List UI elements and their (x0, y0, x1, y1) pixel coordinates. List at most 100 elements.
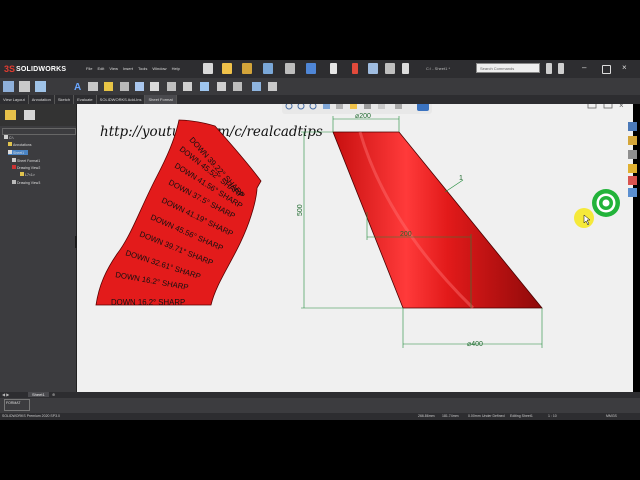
tab-sheet1[interactable]: Sheet1 (28, 392, 49, 397)
status-scale[interactable]: 1 : 10 (548, 414, 557, 418)
print-icon[interactable] (285, 63, 295, 74)
datum-icon[interactable] (167, 82, 176, 91)
appearances-icon[interactable] (628, 176, 637, 185)
tab-annotation[interactable]: Annotation (29, 95, 55, 104)
scene-icon[interactable] (395, 104, 402, 109)
projected-view-icon[interactable] (19, 81, 30, 92)
tree-item-drawing-view3[interactable]: Drawing View3 (12, 180, 40, 185)
traffic-light-icon[interactable] (352, 63, 358, 74)
home-icon[interactable] (203, 63, 213, 74)
help-icon[interactable] (558, 63, 564, 74)
status-coord-x: 266.86mm (418, 414, 435, 418)
menu-edit[interactable]: Edit (97, 66, 104, 71)
file-explorer-icon[interactable] (628, 150, 637, 159)
tree-item-sheet-format[interactable]: Sheet Format1 (12, 158, 40, 163)
tab-sketch[interactable]: Sketch (55, 95, 75, 104)
custom-properties-icon[interactable] (628, 188, 637, 197)
drawing-view3-icon (12, 180, 16, 184)
save-icon[interactable] (263, 63, 273, 74)
menu-window[interactable]: Window (152, 66, 166, 71)
tree-filter-box[interactable] (2, 128, 76, 135)
tab-addins[interactable]: SOLIDWORKS Add-Ins (97, 95, 146, 104)
hide-show-items-icon[interactable] (364, 104, 371, 109)
letterbox-top (0, 0, 640, 60)
balloon-icon[interactable] (104, 82, 113, 91)
settings-gear-icon[interactable] (385, 63, 395, 74)
sheet-nav-arrows[interactable]: ◀ ▶ (2, 392, 9, 397)
file-icon (4, 135, 8, 139)
tab-view-layout[interactable]: View Layout (0, 95, 29, 104)
section-view-tool-icon[interactable] (323, 104, 330, 109)
new-document-icon[interactable] (222, 63, 232, 74)
tab-evaluate[interactable]: Evaluate (74, 95, 97, 104)
tab-sheet-format[interactable]: Sheet Format (145, 95, 177, 104)
maximize-icon[interactable] (602, 65, 611, 74)
feature-tree-tab-icon[interactable] (5, 110, 16, 120)
view-orientation-icon[interactable] (336, 104, 343, 109)
status-units[interactable]: MMGS (606, 414, 617, 418)
file-properties-icon[interactable] (368, 63, 378, 74)
add-sheet-icon[interactable]: ⊕ (52, 392, 55, 397)
layer-properties-icon[interactable] (268, 82, 277, 91)
model-view-icon[interactable] (3, 81, 14, 92)
tree-item-sheet1[interactable]: Sheet1 (8, 150, 28, 155)
grid-icon[interactable] (402, 63, 409, 74)
view-palette-icon[interactable] (628, 164, 637, 173)
undo-icon[interactable] (306, 63, 316, 74)
annotations-icon (8, 142, 12, 146)
tree-item-annotations[interactable]: Annotations (8, 142, 32, 147)
dim-height-text[interactable]: 500 (297, 204, 304, 216)
task-pane-rail (625, 118, 639, 208)
sheet-format-icon (12, 158, 16, 162)
close-icon[interactable]: × (622, 63, 632, 74)
restore-view-icon[interactable] (587, 104, 597, 109)
minimize-icon[interactable]: – (582, 63, 592, 74)
section-view-icon[interactable] (35, 81, 46, 92)
tree-root[interactable]: C:\ (4, 135, 13, 140)
edit-appearance-icon[interactable] (378, 104, 385, 109)
bottom-panel: FORMAT (0, 398, 640, 413)
view-settings-icon[interactable] (417, 104, 429, 111)
user-icon[interactable] (546, 63, 552, 74)
canvas-window-controls: × (587, 104, 624, 110)
dim-bottom-text[interactable]: ⌀400 (467, 341, 483, 348)
solidworks-resources-icon[interactable] (628, 122, 637, 131)
menu-help[interactable]: Help (172, 66, 180, 71)
table-icon[interactable] (217, 82, 226, 91)
smart-dimension-icon[interactable] (88, 82, 98, 91)
dim-top-text[interactable]: ⌀200 (355, 113, 371, 120)
menu-insert[interactable]: Insert (123, 66, 133, 71)
center-mark-icon[interactable] (200, 82, 209, 91)
menu-view[interactable]: View (109, 66, 118, 71)
open-folder-icon[interactable] (242, 63, 252, 74)
part-view[interactable]: ⌀200 500 ⌀400 1 200 (297, 113, 543, 348)
revision-cloud-icon[interactable] (233, 82, 242, 91)
tree-label-sheet-format: Sheet Format1 (17, 159, 41, 163)
dim-thickness-text[interactable]: 1 (459, 175, 463, 182)
close-view-icon[interactable]: × (619, 104, 624, 110)
tile-view-icon[interactable] (603, 104, 613, 109)
format-thumbnail[interactable]: FORMAT (4, 399, 30, 411)
weld-symbol-icon[interactable] (135, 82, 144, 91)
tree-label-annotations: Annotations (13, 143, 32, 147)
display-style-icon[interactable] (350, 104, 357, 109)
select-arrow-icon[interactable] (330, 63, 337, 74)
menu-bar: File Edit View Insert Tools Window Help (86, 66, 180, 71)
hole-callout-icon[interactable] (150, 82, 159, 91)
menu-tools[interactable]: Tools (138, 66, 147, 71)
menu-file[interactable]: File (86, 66, 92, 71)
tree-item-drawing-view2[interactable]: Drawing View2 (12, 165, 40, 170)
surface-finish-icon[interactable] (120, 82, 129, 91)
truncated-cone-body[interactable] (332, 131, 543, 309)
centerline-icon[interactable] (183, 82, 192, 91)
layer-icon[interactable] (252, 82, 261, 91)
property-manager-tab-icon[interactable] (24, 110, 35, 120)
drawing-canvas[interactable]: http://youtube.com/c/realcadtips (77, 104, 633, 392)
tree-item-part[interactable]: L7<1> (20, 172, 35, 177)
dim-center-text[interactable]: 200 (400, 231, 412, 238)
design-library-icon[interactable] (628, 136, 637, 145)
search-commands-input[interactable]: Search Commands (476, 63, 540, 73)
flat-pattern-view[interactable]: DOWN 16.2° SHARP DOWN 39.22° SHARP DOWN … (95, 119, 262, 307)
letterbox-bottom (0, 420, 640, 480)
note-icon[interactable]: A (74, 82, 81, 93)
